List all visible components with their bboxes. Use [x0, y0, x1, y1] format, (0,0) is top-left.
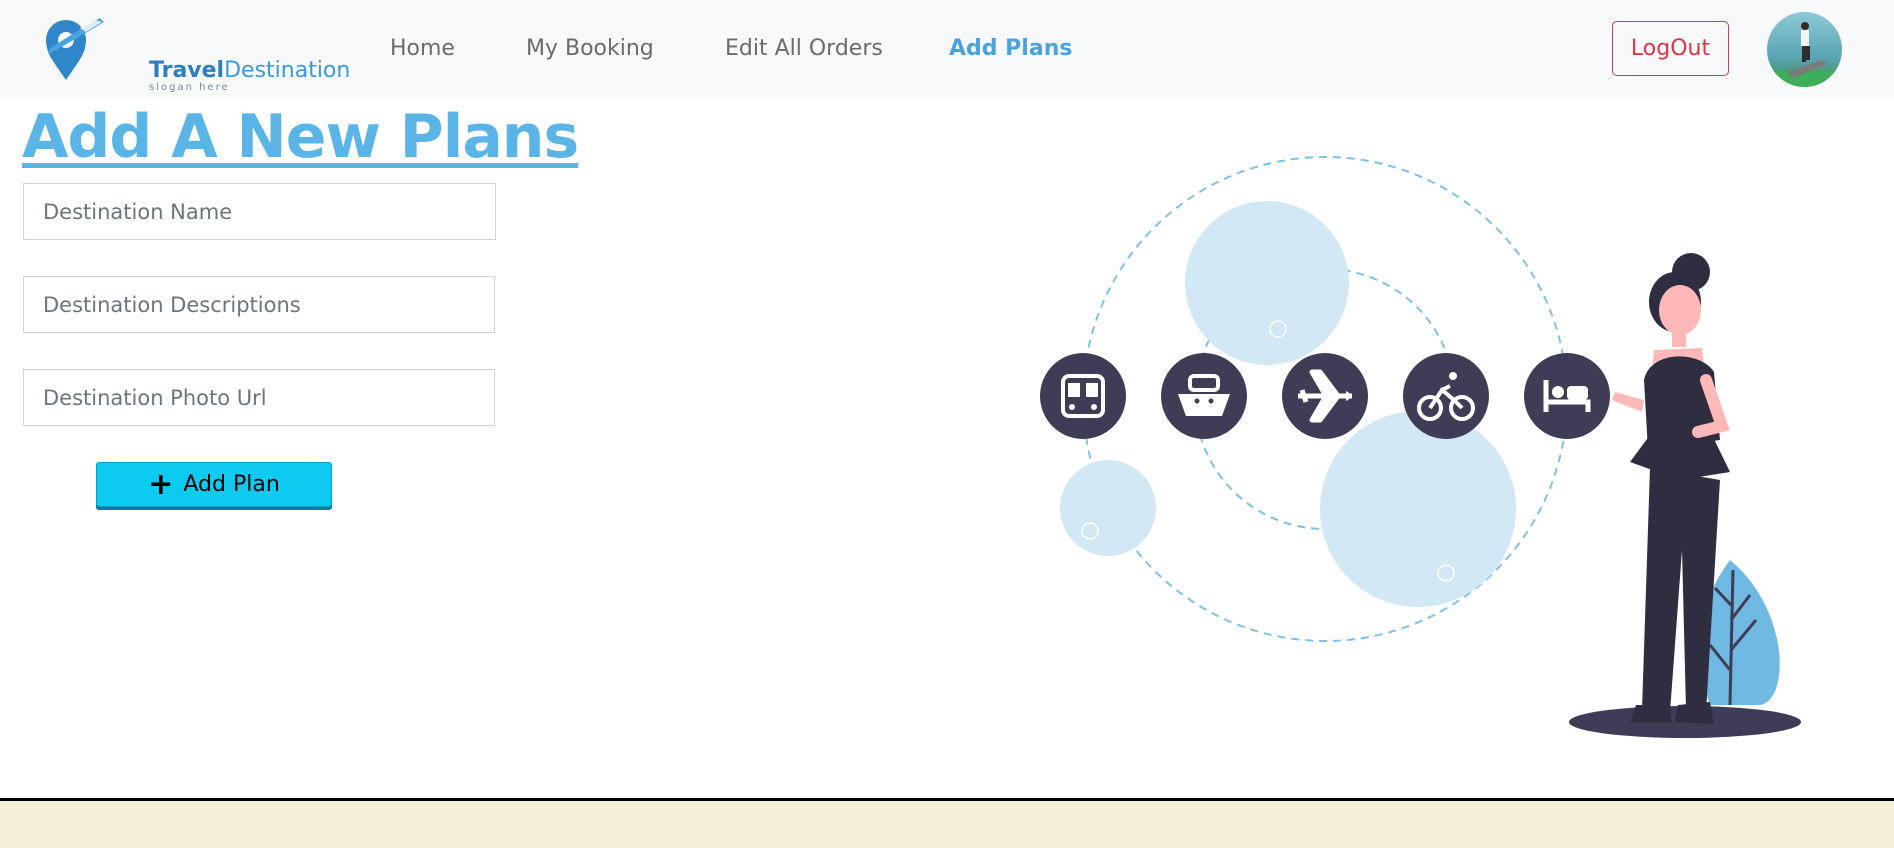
airplane-icon	[1282, 353, 1368, 439]
ship-icon	[1161, 353, 1247, 439]
map-pin-plane-icon	[46, 18, 104, 80]
footer	[0, 801, 1894, 848]
nav-edit-all-orders[interactable]: Edit All Orders	[725, 36, 883, 61]
nav-add-plans[interactable]: Add Plans	[949, 36, 1072, 61]
page-title: Add A New Plans	[22, 102, 579, 172]
bed-icon	[1524, 353, 1610, 439]
bicycle-icon	[1403, 353, 1489, 439]
nav-home[interactable]: Home	[390, 36, 455, 61]
navbar: TravelDestination slogan here Home My Bo…	[0, 0, 1894, 99]
destination-name-input[interactable]	[23, 183, 496, 240]
nav-my-booking[interactable]: My Booking	[526, 36, 654, 61]
add-plan-button[interactable]: + Add Plan	[96, 462, 332, 507]
plus-icon: +	[148, 466, 174, 502]
destination-photo-url-input[interactable]	[23, 369, 495, 426]
add-plan-label: Add Plan	[183, 472, 280, 497]
travel-illustration	[1040, 156, 1801, 738]
logout-button[interactable]: LogOut	[1612, 21, 1729, 76]
bus-icon	[1040, 353, 1126, 439]
brand-slogan: slogan here	[149, 82, 230, 93]
destination-description-input[interactable]	[23, 276, 495, 333]
brand-logo[interactable]: TravelDestination slogan here	[44, 16, 350, 93]
avatar[interactable]	[1767, 12, 1842, 87]
brand-name: TravelDestination	[149, 58, 351, 83]
